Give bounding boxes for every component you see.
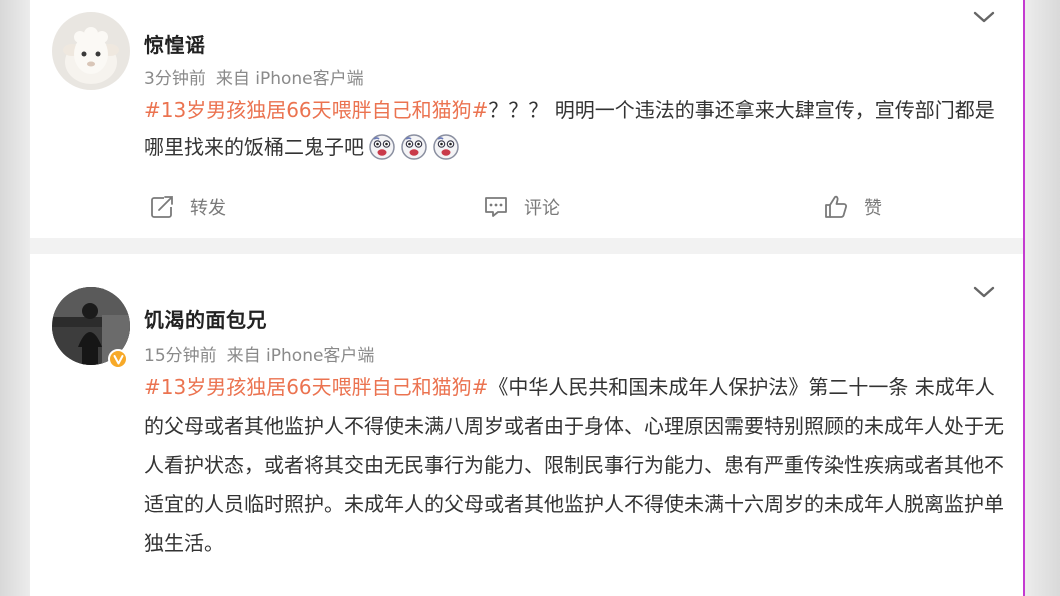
post-content: #13岁男孩独居66天喂胖自己和猫狗#《中华人民共和国未成年人保护法》第二十一条… <box>144 368 1004 563</box>
verified-badge-icon <box>108 349 128 369</box>
sheep-avatar-image <box>52 12 130 90</box>
edge-guide-line <box>1023 0 1025 596</box>
chevron-down-icon[interactable] <box>972 9 996 25</box>
post-content: #13岁男孩独居66天喂胖自己和猫狗#？？？ 明明一个违法的事还拿来大肆宣传，宣… <box>144 92 1004 166</box>
chevron-down-icon[interactable] <box>972 284 996 300</box>
post-time: 15分钟前 <box>144 346 217 366</box>
like-button[interactable]: 赞 <box>822 192 882 222</box>
repost-icon <box>151 196 173 218</box>
avatar[interactable] <box>52 12 130 90</box>
grimace-emoji-icon <box>369 134 395 160</box>
post-meta: 3分钟前 来自 iPhone客户端 <box>144 64 364 89</box>
hashtag-link[interactable]: #13岁男孩独居66天喂胖自己和猫狗# <box>144 98 488 122</box>
post-actions: 转发 评论 赞 <box>30 192 1023 222</box>
like-label: 赞 <box>864 198 882 219</box>
background-right <box>1024 0 1060 596</box>
post-source: 来自 iPhone客户端 <box>215 69 364 89</box>
comment-label: 评论 <box>524 198 560 219</box>
grimace-emoji-icon <box>401 134 427 160</box>
post-card: 惊惶谣 3分钟前 来自 iPhone客户端 #13岁男孩独居66天喂胖自己和猫狗#… <box>30 0 1023 238</box>
repost-label: 转发 <box>190 198 226 219</box>
grimace-emoji-icon <box>433 134 459 160</box>
username[interactable]: 惊惶谣 <box>144 29 206 58</box>
post-source: 来自 iPhone客户端 <box>226 346 375 366</box>
post-text: 《中华人民共和国未成年人保护法》第二十一条 未成年人的父母或者其他监护人不得使未… <box>144 375 1004 555</box>
post-time: 3分钟前 <box>144 69 206 89</box>
comment-button[interactable]: 评论 <box>482 192 560 222</box>
username[interactable]: 饥渴的面包兄 <box>144 304 267 333</box>
comment-feed[interactable]: 惊惶谣 3分钟前 来自 iPhone客户端 #13岁男孩独居66天喂胖自己和猫狗#… <box>30 0 1023 596</box>
post-meta: 15分钟前 来自 iPhone客户端 <box>144 341 374 366</box>
background-left <box>0 0 30 596</box>
repost-button[interactable]: 转发 <box>148 192 226 222</box>
comment-icon <box>485 197 507 217</box>
emoji-row <box>364 134 460 160</box>
hashtag-link[interactable]: #13岁男孩独居66天喂胖自己和猫狗# <box>144 375 488 399</box>
thumbs-up-icon <box>825 195 848 218</box>
post-card: 饥渴的面包兄 15分钟前 来自 iPhone客户端 #13岁男孩独居66天喂胖自己… <box>30 254 1023 596</box>
